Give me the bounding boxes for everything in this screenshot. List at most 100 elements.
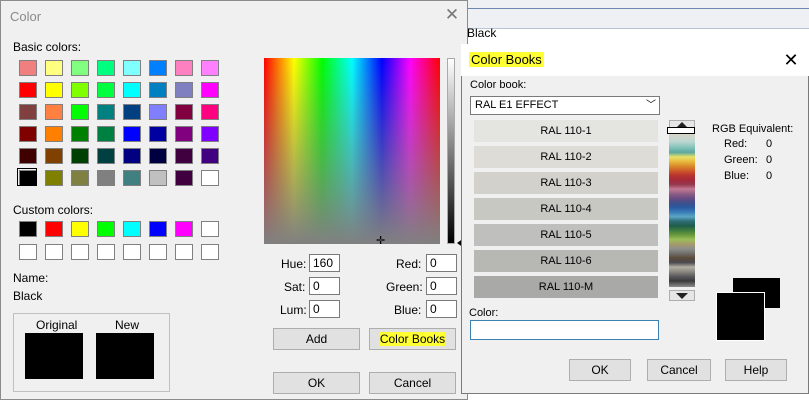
new-book-color-swatch — [716, 292, 765, 341]
color-swatch[interactable] — [149, 148, 167, 164]
color-swatch[interactable] — [201, 60, 219, 76]
color-name-input[interactable] — [470, 320, 659, 340]
color-swatch[interactable] — [149, 82, 167, 98]
color-swatch[interactable] — [97, 148, 115, 164]
color-swatch[interactable] — [71, 104, 89, 120]
color-swatch[interactable] — [45, 244, 63, 260]
color-book-select[interactable]: RAL E1 EFFECT — [470, 96, 660, 115]
color-book-entry[interactable]: RAL 110-1 — [474, 120, 658, 142]
original-color-swatch — [25, 333, 83, 379]
color-swatch[interactable] — [149, 244, 167, 260]
color-swatch[interactable] — [71, 221, 89, 237]
color-swatch[interactable] — [71, 126, 89, 142]
color-swatch[interactable] — [19, 221, 37, 237]
color-swatch[interactable] — [19, 60, 37, 76]
color-swatch[interactable] — [71, 170, 89, 186]
color-swatch[interactable] — [175, 104, 193, 120]
color-swatch[interactable] — [71, 82, 89, 98]
color-swatch[interactable] — [71, 60, 89, 76]
color-books-button[interactable]: Color Books — [369, 328, 456, 350]
color-swatch[interactable] — [19, 148, 37, 164]
color-swatch[interactable] — [175, 244, 193, 260]
color-swatch[interactable] — [123, 126, 141, 142]
books-ok-button[interactable]: OK — [569, 359, 631, 381]
color-swatch[interactable] — [19, 244, 37, 260]
color-swatch[interactable] — [175, 148, 193, 164]
hue-label: Hue: — [281, 257, 307, 271]
color-page-strip[interactable] — [669, 134, 695, 287]
add-button[interactable]: Add — [273, 328, 360, 350]
color-swatch[interactable] — [123, 104, 141, 120]
color-book-entry[interactable]: RAL 110-3 — [474, 172, 658, 194]
color-book-entry[interactable]: RAL 110-4 — [474, 198, 658, 220]
green-input[interactable]: 0 — [426, 277, 457, 295]
color-books-button-label: Color Books — [379, 332, 446, 346]
color-swatch[interactable] — [149, 60, 167, 76]
color-book-entry[interactable]: RAL 110-M — [474, 276, 658, 298]
color-book-entry[interactable]: RAL 110-2 — [474, 146, 658, 168]
color-swatch[interactable] — [175, 82, 193, 98]
color-swatch[interactable] — [19, 126, 37, 142]
color-book-entry[interactable]: RAL 110-5 — [474, 224, 658, 246]
lum-input[interactable]: 0 — [309, 300, 340, 318]
color-swatch[interactable] — [123, 148, 141, 164]
color-swatch[interactable] — [45, 221, 63, 237]
color-swatch[interactable] — [19, 104, 37, 120]
color-swatch[interactable] — [97, 221, 115, 237]
books-help-button[interactable]: Help — [725, 359, 787, 381]
color-swatch[interactable] — [71, 148, 89, 164]
color-swatch[interactable] — [97, 60, 115, 76]
close-icon[interactable]: ✕ — [779, 48, 803, 72]
color-swatch[interactable] — [45, 126, 63, 142]
rgb-equivalent-label: RGB Equivalent: — [712, 123, 794, 135]
color-swatch[interactable] — [149, 126, 167, 142]
red-input[interactable]: 0 — [426, 254, 457, 272]
luminance-slider[interactable] — [447, 58, 455, 244]
color-swatch[interactable] — [201, 104, 219, 120]
ok-button[interactable]: OK — [273, 372, 360, 394]
sat-input[interactable]: 0 — [309, 277, 340, 295]
color-swatch[interactable] — [201, 170, 219, 186]
color-swatch[interactable] — [97, 82, 115, 98]
color-swatch[interactable] — [149, 170, 167, 186]
green-label: Green: — [386, 280, 423, 294]
color-swatch[interactable] — [201, 221, 219, 237]
color-swatch[interactable] — [97, 170, 115, 186]
color-swatch[interactable] — [175, 126, 193, 142]
color-swatch[interactable] — [149, 104, 167, 120]
color-swatch[interactable] — [45, 148, 63, 164]
blue-input[interactable]: 0 — [426, 300, 457, 318]
color-swatch[interactable] — [45, 60, 63, 76]
color-swatch[interactable] — [45, 104, 63, 120]
color-swatch[interactable] — [175, 170, 193, 186]
color-swatch[interactable] — [97, 104, 115, 120]
color-swatch[interactable] — [45, 82, 63, 98]
color-swatch[interactable] — [19, 82, 37, 98]
cancel-button[interactable]: Cancel — [369, 372, 456, 394]
color-swatch[interactable] — [123, 244, 141, 260]
books-cancel-button[interactable]: Cancel — [647, 359, 711, 381]
selected-swatch-frame — [17, 168, 37, 186]
color-swatch[interactable] — [123, 221, 141, 237]
color-swatch[interactable] — [149, 221, 167, 237]
chevron-down-icon[interactable]: ﹀ — [644, 96, 658, 115]
color-swatch[interactable] — [97, 244, 115, 260]
color-swatch[interactable] — [175, 60, 193, 76]
arrow-down-icon — [676, 293, 688, 299]
color-swatch[interactable] — [201, 148, 219, 164]
color-swatch[interactable] — [201, 126, 219, 142]
close-icon[interactable]: ✕ — [440, 4, 464, 26]
color-swatch[interactable] — [71, 244, 89, 260]
color-book-entry[interactable]: RAL 110-6 — [474, 250, 658, 272]
color-swatch[interactable] — [123, 170, 141, 186]
color-swatch[interactable] — [123, 82, 141, 98]
color-swatch[interactable] — [175, 221, 193, 237]
color-swatch[interactable] — [123, 60, 141, 76]
color-swatch[interactable] — [97, 126, 115, 142]
crosshair-icon: ✛ — [376, 235, 386, 247]
hue-input[interactable]: 160 — [309, 254, 340, 272]
color-spectrum[interactable] — [264, 58, 440, 244]
color-swatch[interactable] — [45, 170, 63, 186]
color-swatch[interactable] — [201, 244, 219, 260]
color-swatch[interactable] — [201, 82, 219, 98]
